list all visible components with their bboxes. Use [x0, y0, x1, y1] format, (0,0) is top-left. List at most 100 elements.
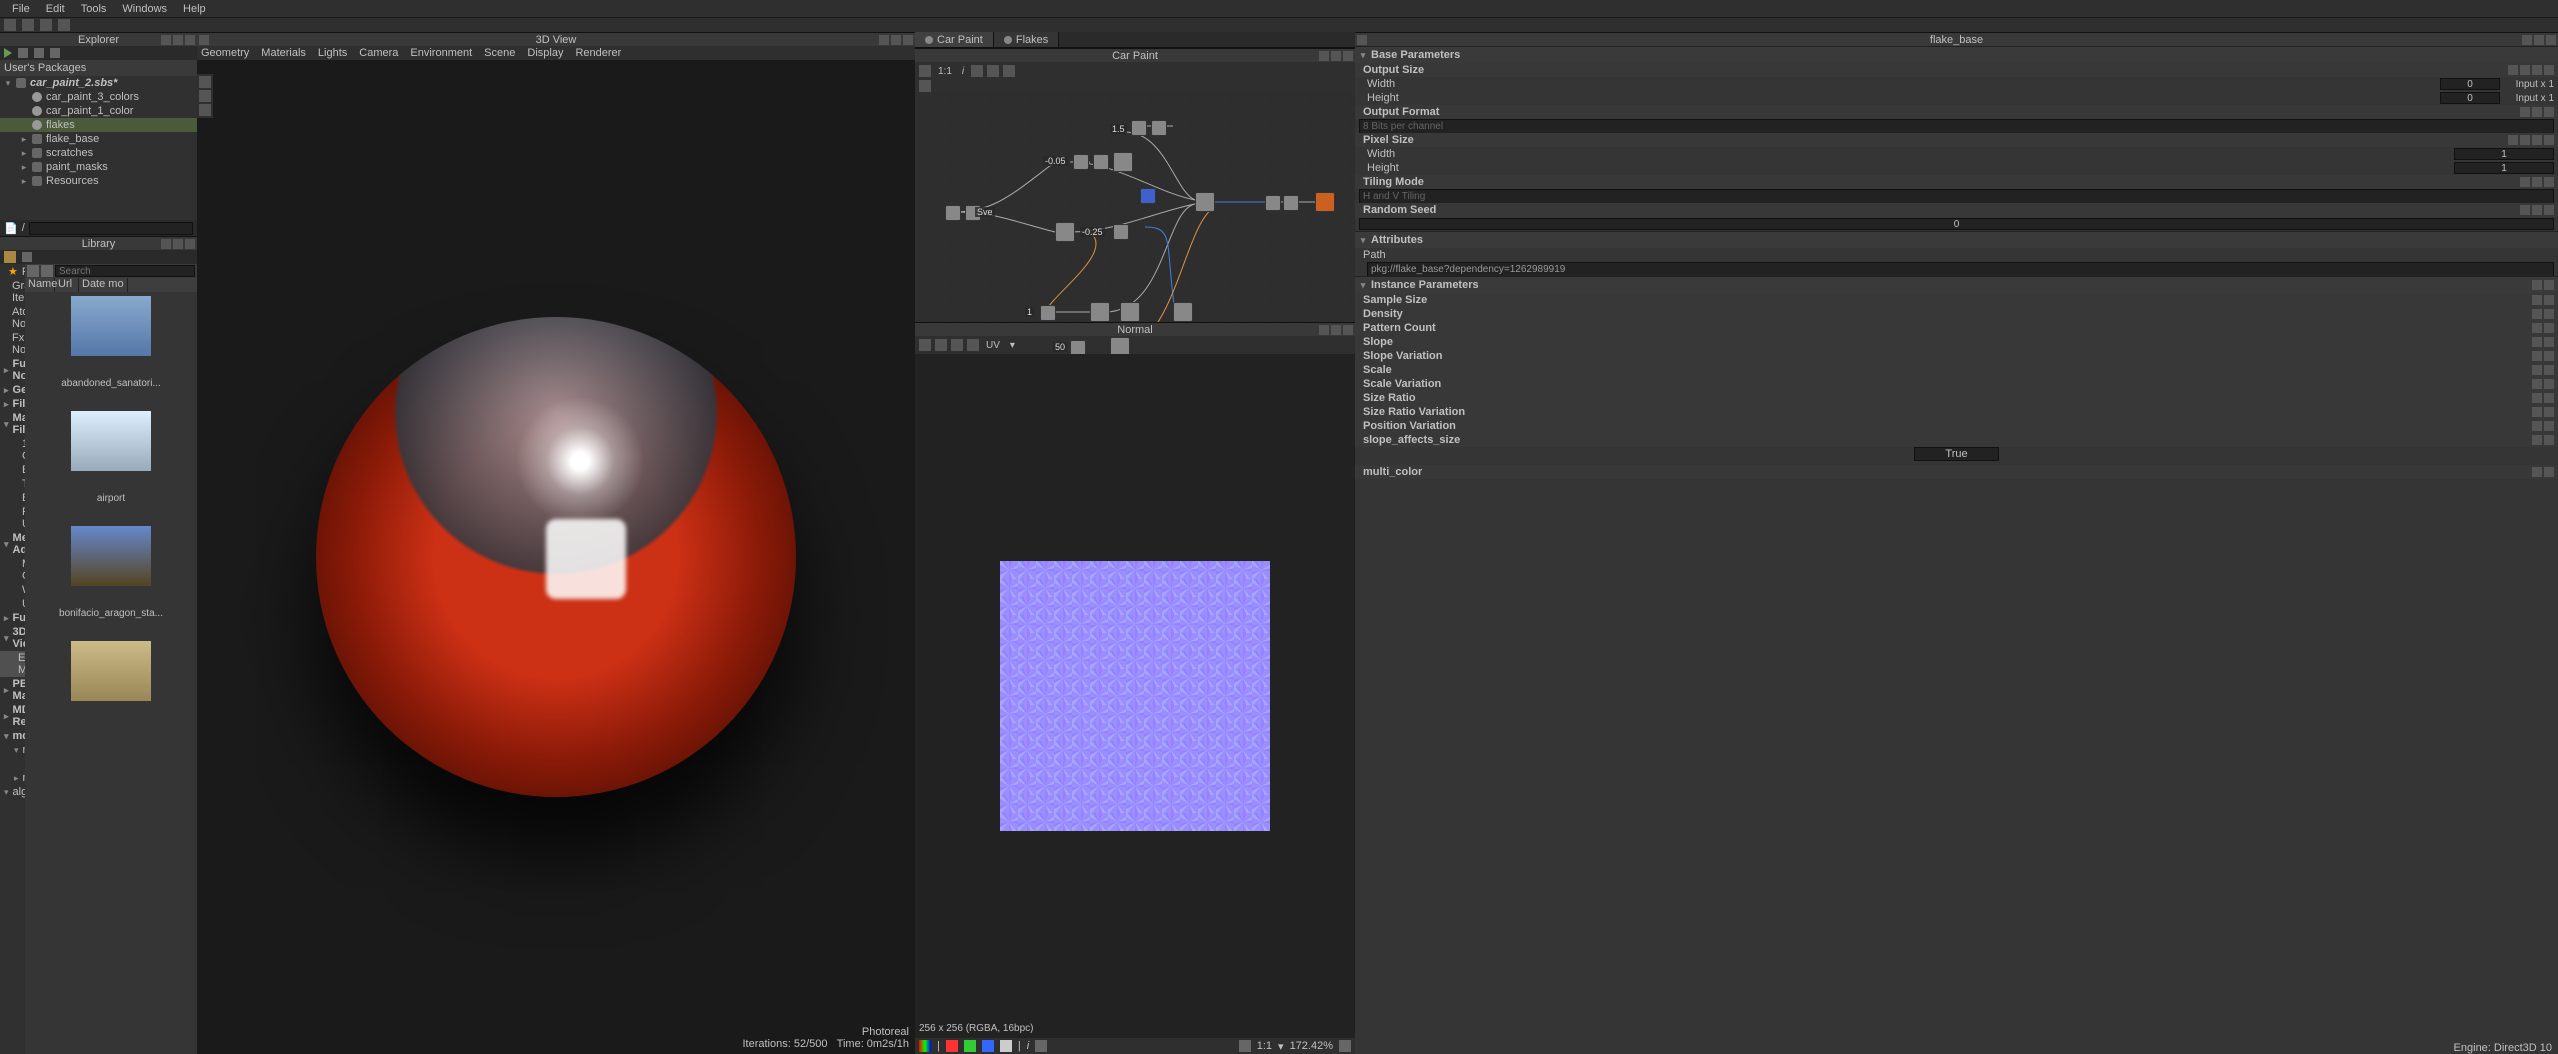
chevron-down-icon[interactable]: [2544, 379, 2554, 389]
pin-icon[interactable]: [161, 35, 171, 45]
info-icon[interactable]: i: [1027, 1040, 1029, 1052]
view3d-viewport[interactable]: Photoreal Iterations: 52/500 Time: 0m2s/…: [197, 60, 915, 1054]
rgba-swatch[interactable]: [919, 1040, 931, 1052]
link-icon[interactable]: [2544, 107, 2554, 117]
library-tree-item[interactable]: Mask Generators: [0, 557, 25, 583]
col-name[interactable]: Name: [25, 278, 55, 292]
graph-search-icon[interactable]: [987, 65, 999, 77]
menu-file[interactable]: File: [4, 3, 38, 15]
graph-link-icon[interactable]: [971, 65, 983, 77]
menu-edit[interactable]: Edit: [38, 3, 73, 15]
collapse-icon[interactable]: [50, 48, 60, 58]
graph-node[interactable]: [945, 205, 961, 221]
library-thumbnail[interactable]: [71, 296, 151, 356]
lib-folder-icon[interactable]: [4, 251, 16, 263]
graph-node[interactable]: [1073, 154, 1089, 170]
reset-icon[interactable]: [2532, 309, 2542, 319]
chevron-down-icon[interactable]: [2544, 365, 2554, 375]
view3d-lights[interactable]: Lights: [318, 47, 347, 59]
col-url[interactable]: Url: [55, 278, 79, 292]
tree-item[interactable]: car_paint_1_color: [0, 104, 197, 118]
thumb-mode-icon[interactable]: [41, 265, 53, 277]
chevron-down-icon[interactable]: [2544, 467, 2554, 477]
refresh-icon[interactable]: [18, 48, 28, 58]
maximize-icon[interactable]: [891, 35, 901, 45]
view3d-camera[interactable]: Camera: [359, 47, 398, 59]
library-tree-item[interactable]: 1-Click: [0, 437, 25, 463]
graph-output-node[interactable]: [1315, 192, 1335, 212]
preview-tool-icon[interactable]: [935, 339, 947, 351]
preview-tool-icon[interactable]: [919, 339, 931, 351]
chevron-down-icon[interactable]: [2532, 177, 2542, 187]
tree-item[interactable]: car_paint_3_colors: [0, 90, 197, 104]
link-icon[interactable]: [2532, 65, 2542, 75]
graph-node-blue[interactable]: [1140, 188, 1156, 204]
link-icon[interactable]: [2544, 177, 2554, 187]
reset-icon[interactable]: [2532, 295, 2542, 305]
chevron-down-icon[interactable]: ▾: [1007, 340, 1018, 351]
library-thumbnail[interactable]: [71, 526, 151, 586]
graph-node[interactable]: [1113, 224, 1129, 240]
chevron-down-icon[interactable]: [2544, 323, 2554, 333]
maximize-icon[interactable]: [2534, 35, 2544, 45]
chevron-down-icon[interactable]: ▾: [1278, 1040, 1284, 1053]
library-tree-item[interactable]: ▸Generators: [0, 383, 25, 397]
chevron-down-icon[interactable]: [2544, 309, 2554, 319]
graph-info[interactable]: i: [959, 66, 967, 77]
reset-icon[interactable]: [2532, 280, 2542, 290]
graph-ratio[interactable]: 1:1: [935, 66, 955, 77]
library-tree-item[interactable]: ★Favorites: [0, 264, 25, 279]
close-icon[interactable]: [185, 239, 195, 249]
section-attributes[interactable]: ▾Attributes: [1355, 231, 2558, 248]
close-icon[interactable]: [1343, 51, 1353, 61]
library-tree-item[interactable]: ▾nvidia: [0, 743, 25, 757]
menu-help[interactable]: Help: [175, 3, 214, 15]
zoom-pct[interactable]: 172.42%: [1290, 1040, 1333, 1052]
reset-icon[interactable]: [2532, 393, 2542, 403]
r-swatch[interactable]: [946, 1040, 958, 1052]
play-icon[interactable]: [4, 48, 12, 58]
pin-icon[interactable]: [1319, 325, 1329, 335]
pin-icon[interactable]: [161, 239, 171, 249]
link-icon[interactable]: [34, 48, 44, 58]
library-tree-item[interactable]: ▾Material Filters: [0, 411, 25, 437]
view3d-display[interactable]: Display: [527, 47, 563, 59]
pin-icon[interactable]: [1319, 51, 1329, 61]
library-tree-item[interactable]: Utilities: [0, 597, 25, 611]
reset-icon[interactable]: [2532, 323, 2542, 333]
col-date[interactable]: Date mo: [79, 278, 128, 292]
g-swatch[interactable]: [964, 1040, 976, 1052]
open-icon[interactable]: [22, 19, 34, 31]
view3d-environment[interactable]: Environment: [410, 47, 472, 59]
reset-icon[interactable]: [2532, 421, 2542, 431]
preview-more-icon[interactable]: [1339, 1040, 1351, 1052]
explorer-filter-input[interactable]: [29, 222, 193, 235]
preview-tool-icon[interactable]: [967, 339, 979, 351]
view3d-scene[interactable]: Scene: [484, 47, 515, 59]
menu-tools[interactable]: Tools: [73, 3, 115, 15]
library-thumbnail[interactable]: [71, 411, 151, 471]
tab-flakes[interactable]: Flakes: [994, 32, 1059, 47]
tab-carpaint[interactable]: Car Paint: [915, 32, 994, 47]
graph-node[interactable]: [1040, 305, 1056, 321]
graph-canvas[interactable]: Sve 1.5 -0.05 -0.25 1 50: [915, 92, 1355, 322]
library-tree-item[interactable]: ▾Mesh Adaptive: [0, 531, 25, 557]
fit-icon[interactable]: [199, 76, 211, 88]
chevron-down-icon[interactable]: [2544, 407, 2554, 417]
library-tree-item[interactable]: Effects: [0, 463, 25, 477]
library-tree-item[interactable]: FxMap Nodes: [0, 331, 25, 357]
rotate-icon[interactable]: [199, 90, 211, 102]
tree-item[interactable]: ▸scratches: [0, 146, 197, 160]
reset-icon[interactable]: [2532, 379, 2542, 389]
preview-uv-label[interactable]: UV: [983, 340, 1003, 351]
library-thumbnail[interactable]: [71, 641, 151, 701]
library-tree-item[interactable]: ▸Filters: [0, 397, 25, 411]
new-icon[interactable]: [4, 19, 16, 31]
library-tree-item[interactable]: Graph Items: [0, 279, 25, 305]
chevron-down-icon[interactable]: [2544, 337, 2554, 347]
link2-icon[interactable]: [2544, 65, 2554, 75]
chevron-down-icon[interactable]: [2544, 435, 2554, 445]
graph-node[interactable]: [1195, 192, 1215, 212]
maximize-icon[interactable]: [1331, 325, 1341, 335]
thumb-view-icon[interactable]: [27, 265, 39, 277]
